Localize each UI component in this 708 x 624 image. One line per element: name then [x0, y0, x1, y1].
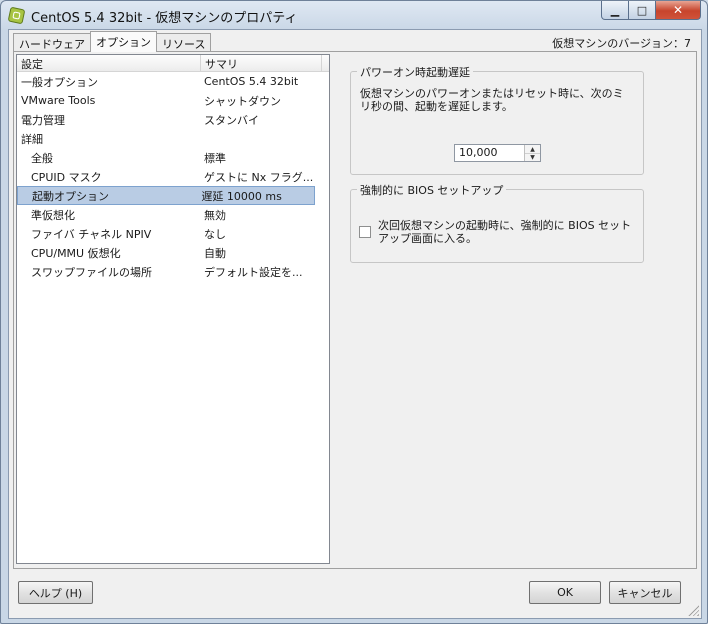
properties-window: CentOS 5.4 32bit - 仮想マシンのプロパティ ▁ □ ✕ ハード… — [0, 0, 708, 624]
dialog-button-bar: ヘルプ (H) OK キャンセル — [9, 571, 701, 618]
tab-resources[interactable]: リソース — [156, 33, 212, 52]
settings-list[interactable]: 設定 サマリ 一般オプション CentOS 5.4 32bit VMware T… — [16, 54, 330, 564]
setting-label: 準仮想化 — [31, 208, 75, 222]
power-on-delay-description: 仮想マシンのパワーオンまたはリセット時に、次のミリ秒の間、起動を遅延します。 — [360, 87, 624, 113]
window-controls: ▁ □ ✕ — [601, 1, 701, 21]
list-item-advanced[interactable]: 詳細 — [17, 129, 329, 148]
power-on-delay-group: パワーオン時起動遅延 仮想マシンのパワーオンまたはリセット時に、次のミリ秒の間、… — [350, 64, 644, 175]
setting-label: ファイバ チャネル NPIV — [31, 227, 152, 241]
summary-value: 遅延 10000 ms — [201, 189, 282, 203]
tab-options[interactable]: オプション — [90, 31, 157, 52]
help-button[interactable]: ヘルプ (H) — [18, 581, 93, 604]
resize-grip-icon[interactable] — [688, 605, 699, 616]
close-button[interactable]: ✕ — [656, 1, 701, 20]
vmware-app-icon — [7, 6, 26, 25]
summary-value: デフォルト設定を... — [204, 265, 303, 279]
summary-value: スタンバイ — [204, 113, 259, 127]
list-header: 設定 サマリ — [17, 55, 329, 72]
vm-version-label: 仮想マシンのバージョン：7 — [552, 37, 691, 50]
column-header-setting[interactable]: 設定 — [17, 55, 201, 71]
dialog-client-area: ハードウェア オプション リソース 仮想マシンのバージョン：7 設定 サマリ 一… — [8, 29, 702, 619]
delay-ms-value[interactable]: 10,000 — [459, 146, 498, 159]
maximize-button[interactable]: □ — [629, 1, 656, 20]
delay-ms-spinner[interactable]: 10,000 ▲ ▼ — [454, 144, 541, 162]
ok-button[interactable]: OK — [529, 581, 601, 604]
setting-label: 一般オプション — [21, 75, 98, 89]
setting-label: 全般 — [31, 151, 53, 165]
setting-label: 電力管理 — [21, 113, 65, 127]
list-item-general-options[interactable]: 一般オプション CentOS 5.4 32bit — [17, 72, 329, 91]
list-item-fibre-channel-npiv[interactable]: ファイバ チャネル NPIV なし — [17, 224, 329, 243]
title-bar[interactable]: CentOS 5.4 32bit - 仮想マシンのプロパティ ▁ □ ✕ — [1, 1, 707, 29]
minimize-button[interactable]: ▁ — [601, 1, 629, 20]
group-title: 強制的に BIOS セットアップ — [357, 182, 507, 198]
setting-label: CPUID マスク — [31, 170, 102, 184]
spinner-down-icon[interactable]: ▼ — [525, 153, 540, 161]
list-item-power-management[interactable]: 電力管理 スタンバイ — [17, 110, 329, 129]
list-item-vmware-tools[interactable]: VMware Tools シャットダウン — [17, 91, 329, 110]
list-item-paravirtualization[interactable]: 準仮想化 無効 — [17, 205, 329, 224]
tab-hardware[interactable]: ハードウェア — [13, 33, 91, 52]
force-bios-checkbox-label[interactable]: 次回仮想マシンの起動時に、強制的に BIOS セットアップ画面に入る。 — [378, 219, 636, 245]
list-item-cpu-mmu-virtualization[interactable]: CPU/MMU 仮想化 自動 — [17, 243, 329, 262]
summary-value: シャットダウン — [204, 94, 281, 108]
summary-value: CentOS 5.4 32bit — [204, 75, 299, 88]
force-bios-checkbox[interactable] — [359, 226, 371, 238]
details-pane: パワーオン時起動遅延 仮想マシンのパワーオンまたはリセット時に、次のミリ秒の間、… — [332, 52, 694, 566]
setting-label: 詳細 — [21, 132, 43, 146]
setting-label: VMware Tools — [21, 94, 96, 107]
summary-value: 標準 — [204, 151, 226, 165]
setting-label: 起動オプション — [32, 189, 109, 203]
setting-label: スワップファイルの場所 — [31, 265, 152, 279]
list-item-boot-options[interactable]: 起動オプション 遅延 10000 ms — [17, 186, 315, 205]
setting-label: CPU/MMU 仮想化 — [31, 246, 121, 260]
force-bios-group: 強制的に BIOS セットアップ 次回仮想マシンの起動時に、強制的に BIOS … — [350, 182, 644, 263]
cancel-button[interactable]: キャンセル — [609, 581, 681, 604]
spinner-buttons: ▲ ▼ — [524, 145, 540, 161]
list-item-swapfile-location[interactable]: スワップファイルの場所 デフォルト設定を... — [17, 262, 329, 281]
summary-value: ゲストに Nx フラグ... — [204, 170, 314, 184]
group-title: パワーオン時起動遅延 — [357, 64, 473, 80]
summary-value: 自動 — [204, 246, 226, 260]
options-tab-page: 設定 サマリ 一般オプション CentOS 5.4 32bit VMware T… — [13, 51, 697, 569]
list-item-cpuid-mask[interactable]: CPUID マスク ゲストに Nx フラグ... — [17, 167, 329, 186]
summary-value: 無効 — [204, 208, 226, 222]
window-title: CentOS 5.4 32bit - 仮想マシンのプロパティ — [31, 11, 298, 26]
tab-strip: ハードウェア オプション リソース — [13, 31, 212, 53]
summary-value: なし — [204, 227, 226, 241]
list-item-general[interactable]: 全般 標準 — [17, 148, 329, 167]
column-header-summary[interactable]: サマリ — [201, 55, 322, 71]
